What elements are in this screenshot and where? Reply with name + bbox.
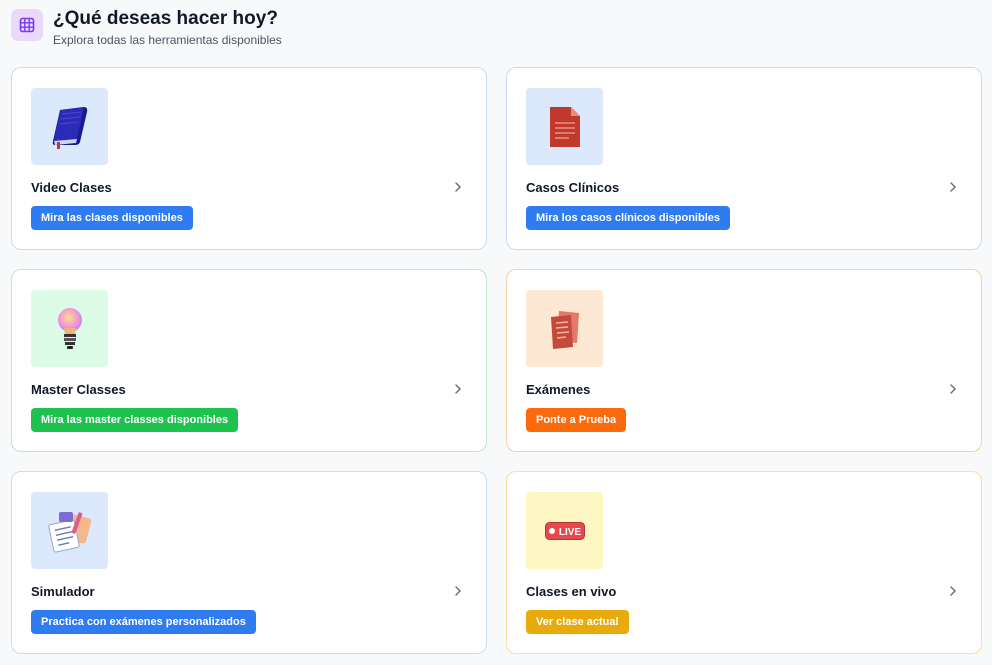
card-title: Exámenes bbox=[526, 382, 591, 397]
action-button[interactable]: Mira las clases disponibles bbox=[31, 206, 193, 230]
chevron-right-icon[interactable] bbox=[947, 180, 959, 194]
live-badge-text: LIVE bbox=[558, 527, 581, 538]
lightbulb-icon bbox=[31, 290, 108, 367]
action-button[interactable]: Ponte a Prueba bbox=[526, 408, 627, 432]
card-video-clases[interactable]: Video Clases Mira las clases disponibles bbox=[11, 67, 487, 250]
card-title: Casos Clínicos bbox=[526, 180, 620, 195]
page-title: ¿Qué deseas hacer hoy? bbox=[53, 8, 278, 29]
live-badge-icon: LIVE bbox=[526, 492, 603, 569]
card-title: Simulador bbox=[31, 584, 95, 599]
chevron-right-icon[interactable] bbox=[452, 382, 464, 396]
page-header: ¿Qué deseas hacer hoy? Explora todas las… bbox=[11, 8, 282, 47]
calculator-icon bbox=[31, 492, 108, 569]
book-icon bbox=[31, 88, 108, 165]
chevron-right-icon[interactable] bbox=[947, 584, 959, 598]
card-simulador[interactable]: Simulador Practica con exámenes personal… bbox=[11, 471, 487, 654]
card-title: Master Classes bbox=[31, 382, 126, 397]
document-icon bbox=[526, 88, 603, 165]
card-title: Clases en vivo bbox=[526, 584, 617, 599]
card-title: Video Clases bbox=[31, 180, 112, 195]
action-button[interactable]: Practica con exámenes personalizados bbox=[31, 610, 256, 634]
action-button[interactable]: Mira los casos clínicos disponibles bbox=[526, 206, 731, 230]
chevron-right-icon[interactable] bbox=[452, 180, 464, 194]
tools-grid: Video Clases Mira las clases disponibles… bbox=[11, 67, 982, 654]
chevron-right-icon[interactable] bbox=[947, 382, 959, 396]
card-clases-en-vivo[interactable]: LIVE Clases en vivo Ver clase actual bbox=[506, 471, 982, 654]
exam-papers-icon bbox=[526, 290, 603, 367]
chevron-right-icon[interactable] bbox=[452, 584, 464, 598]
action-button[interactable]: Ver clase actual bbox=[526, 610, 629, 634]
action-button[interactable]: Mira las master classes disponibles bbox=[31, 408, 239, 432]
card-examenes[interactable]: Exámenes Ponte a Prueba bbox=[506, 269, 982, 452]
page-subtitle: Explora todas las herramientas disponibl… bbox=[53, 33, 282, 47]
card-casos-clinicos[interactable]: Casos Clínicos Mira los casos clínicos d… bbox=[506, 67, 982, 250]
card-master-classes[interactable]: Master Classes Mira las master classes d… bbox=[11, 269, 487, 452]
grid-icon bbox=[11, 9, 43, 41]
